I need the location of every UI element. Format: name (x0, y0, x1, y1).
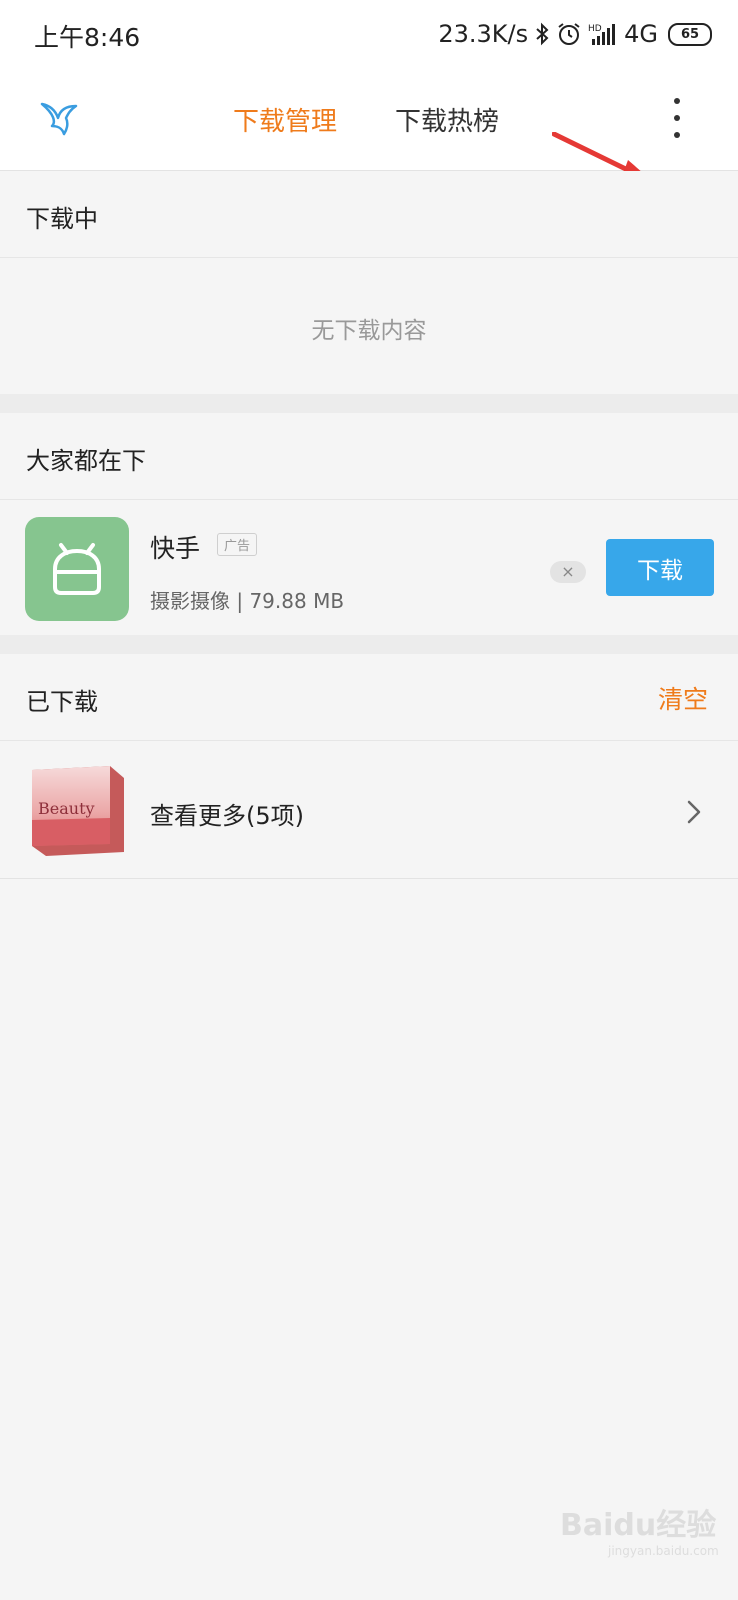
bird-logo-icon[interactable] (38, 96, 80, 138)
downloaded-section-header: 已下载 清空 (0, 654, 738, 741)
app-name: 快手 (150, 534, 201, 563)
dismiss-icon[interactable]: × (550, 561, 586, 583)
thumbnail-text: Beauty (38, 799, 95, 818)
view-more-label: 查看更多(5项) (150, 802, 304, 830)
chevron-right-icon (687, 800, 701, 824)
top-app-bar: 下载管理 下载热榜 (0, 68, 738, 186)
downloaded-title: 已下载 (26, 688, 98, 716)
beauty-app-thumbnail: Beauty (32, 766, 124, 856)
downloading-section-header: 下载中 (0, 171, 738, 258)
status-icons: 23.3K/s HD 4G 65 (438, 17, 712, 51)
more-options-icon[interactable] (662, 98, 692, 138)
empty-text: 无下载内容 (311, 318, 427, 344)
svg-text:HD: HD (588, 24, 602, 34)
ad-badge: 广告 (217, 533, 258, 556)
clear-button[interactable]: 清空 (658, 680, 708, 716)
popular-section-header: 大家都在下 (0, 413, 738, 500)
network-type: 4G (624, 20, 658, 48)
section-divider (0, 394, 738, 413)
app-size: 79.88 MB (249, 589, 345, 613)
alarm-icon (558, 23, 580, 45)
network-speed: 23.3K/s (438, 20, 529, 48)
download-button[interactable]: 下载 (606, 539, 714, 596)
status-time: 上午8:46 (34, 23, 141, 52)
tab-download-ranking[interactable]: 下载热榜 (395, 101, 499, 138)
view-more-row[interactable]: Beauty 查看更多(5项) (0, 744, 738, 879)
popular-title: 大家都在下 (26, 447, 146, 475)
list-item[interactable]: 快手 广告 摄影摄像 | 79.88 MB × 下载 (0, 501, 738, 635)
app-meta: 摄影摄像 | 79.88 MB (150, 589, 345, 613)
watermark-text: Baidu经验 (560, 1508, 717, 1543)
watermark: Baidu经验 jingyan.baidu.com (560, 1500, 719, 1558)
watermark-subtext: jingyan.baidu.com (608, 1544, 719, 1558)
downloading-title: 下载中 (26, 205, 98, 233)
hd-signal-icon: HD (588, 24, 616, 45)
section-divider (0, 635, 738, 654)
bluetooth-icon (536, 22, 549, 46)
battery-icon: 65 (668, 22, 712, 46)
android-icon (53, 543, 101, 595)
tab-download-manager[interactable]: 下载管理 (233, 101, 337, 138)
status-bar: 上午8:46 23.3K/s HD 4G 65 (0, 0, 738, 68)
app-category: 摄影摄像 (150, 589, 230, 613)
empty-downloads: 无下载内容 (0, 259, 738, 394)
app-icon[interactable] (25, 517, 129, 621)
